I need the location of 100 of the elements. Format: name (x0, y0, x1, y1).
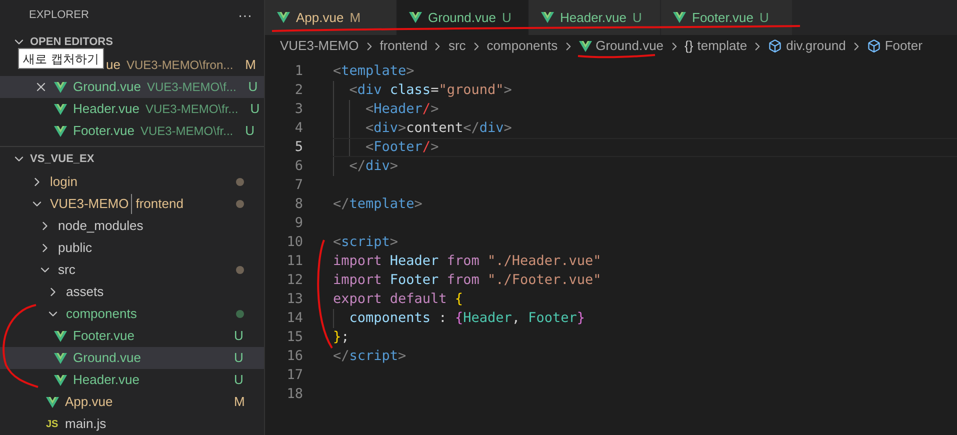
close-icon[interactable] (34, 80, 48, 94)
folder-row[interactable]: src (0, 259, 264, 281)
file-name: Header.vue (73, 100, 140, 118)
sidebar-title: EXPLORER (29, 8, 89, 23)
breadcrumb-item[interactable]: Ground.vue (596, 36, 664, 56)
folder-row[interactable]: components (0, 303, 264, 325)
section-title: VS_VUE_EX (30, 152, 94, 167)
cube-icon (768, 39, 782, 53)
line-number: 9 (294, 214, 304, 234)
editor-tab[interactable]: Ground.vue U (397, 0, 529, 35)
breadcrumb-item[interactable]: div.ground (786, 36, 846, 56)
git-status-label: M (234, 393, 244, 412)
git-status-label: M (245, 56, 256, 74)
line-number: 17 (286, 366, 304, 386)
open-editor-row[interactable]: Footer.vue VUE3-MEMO\fr... U (0, 120, 264, 142)
item-name: components (66, 305, 137, 324)
item-name: VUE3-MEMO (50, 195, 129, 214)
git-status-label: U (234, 327, 244, 346)
editor-tab[interactable]: Header.vue U (529, 0, 661, 35)
breadcrumb-item[interactable]: src (448, 36, 466, 56)
git-status-label: U (632, 8, 642, 27)
file-name: Footer.vue (73, 122, 134, 140)
code-line: <div class="ground"> (348, 81, 512, 100)
line-number: 18 (286, 385, 304, 404)
open-editor-row[interactable]: Header.vue VUE3-MEMO\fr... U (0, 98, 264, 120)
tab-label: App.vue (296, 8, 344, 27)
line-number: 16 (286, 347, 304, 366)
code-line: components : {Header, Footer} (348, 309, 586, 328)
line-number: 5 (294, 138, 304, 158)
code-line: import Header from "./Header.vue" (333, 252, 602, 272)
folder-row[interactable]: VUE3-MEMO frontend (0, 193, 264, 215)
file-name: Ground.vue (73, 78, 141, 96)
section-header[interactable]: VS_VUE_EX (0, 147, 264, 171)
file-row[interactable]: App.vue M (0, 391, 264, 413)
folder-row[interactable]: node_modules (0, 215, 264, 237)
git-status-label: M (350, 8, 361, 27)
line-number: 13 (286, 290, 304, 310)
more-actions-button[interactable]: ··· (238, 4, 252, 26)
code-line: </script> (333, 347, 406, 366)
folder-row[interactable]: public (0, 237, 264, 259)
js-file-icon: JS (46, 416, 59, 432)
git-status-label: U (502, 8, 512, 27)
item-name: Header.vue (73, 371, 140, 390)
item-name: public (58, 239, 92, 258)
breadcrumb-item[interactable]: components (486, 36, 558, 56)
git-status-label: U (759, 8, 769, 27)
vue-logo-icon (54, 126, 67, 136)
item-name: App.vue (65, 393, 113, 412)
line-number: 4 (294, 119, 304, 138)
file-path: VUE3-MEMO\f... (146, 79, 236, 96)
open-editor-row[interactable]: Ground.vue VUE3-MEMO\f... U (0, 76, 264, 98)
file-row[interactable]: Header.vue U (0, 369, 264, 391)
breadcrumb-item[interactable]: Footer (884, 36, 922, 56)
item-name: login (50, 173, 78, 192)
file-row[interactable]: Footer.vue U (0, 325, 264, 347)
file-row[interactable]: JS main.js (0, 413, 264, 435)
editor-tab[interactable]: App.vue M (265, 0, 397, 35)
git-status-label: U (245, 122, 255, 140)
item-name: assets (66, 283, 104, 302)
line-number: 14 (286, 309, 304, 328)
item-name: main.js (65, 415, 106, 434)
line-number: 6 (294, 157, 304, 176)
section-title: OPEN EDITORS (30, 34, 113, 50)
code-line: </div> (348, 157, 398, 176)
vue-logo-icon (54, 374, 67, 386)
code-line: }; (333, 328, 350, 348)
braces-icon: {} (684, 36, 694, 56)
line-number: 7 (294, 176, 304, 196)
file-row[interactable]: Ground.vue U (0, 347, 264, 369)
git-status-label: U (248, 78, 258, 96)
item-name: node_modules (58, 217, 144, 236)
line-number: 10 (286, 233, 304, 252)
code-line: <div>content</div> (364, 119, 512, 138)
tooltip: 새로 캡처하기 (18, 48, 104, 69)
file-path: VUE3-MEMO\fron... (126, 57, 234, 74)
open-editor-row[interactable]: ue VUE3-MEMO\fron... M (106, 54, 264, 76)
line-number: 3 (294, 100, 304, 120)
file-name: ue (106, 56, 120, 74)
breadcrumb-item[interactable]: template (697, 36, 748, 56)
vue-logo-icon (277, 12, 290, 23)
code-line: export default { (333, 290, 464, 310)
vue-logo-icon (673, 12, 686, 23)
folder-row[interactable]: assets (0, 281, 264, 303)
item-name: frontend (130, 194, 184, 214)
item-name: Footer.vue (73, 327, 134, 346)
breadcrumb-item[interactable]: frontend (380, 36, 428, 56)
tab-label: Header.vue (560, 8, 626, 27)
item-name: src (58, 261, 76, 280)
breadcrumb-item[interactable]: VUE3-MEMO (280, 36, 359, 56)
code-line: <template> (333, 62, 414, 82)
git-status-label: U (250, 100, 260, 118)
code-line: <Header/> (364, 100, 439, 120)
git-status-label: U (234, 349, 244, 368)
vue-logo-icon (578, 40, 592, 52)
item-name: Ground.vue (73, 349, 141, 368)
folder-row[interactable]: login (0, 171, 264, 193)
editor-tab[interactable]: Footer.vue U (661, 0, 793, 35)
code-line: <Footer/> (364, 138, 439, 158)
code-line: import Footer from "./Footer.vue" (333, 271, 602, 290)
code-line: </template> (333, 195, 422, 214)
